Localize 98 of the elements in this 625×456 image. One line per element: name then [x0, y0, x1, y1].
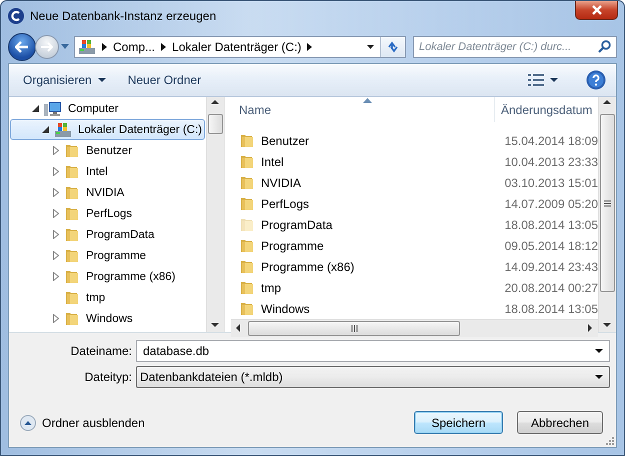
- file-name[interactable]: Windows: [261, 302, 310, 316]
- tree-item[interactable]: tmp: [10, 287, 205, 308]
- scrollbar[interactable]: [598, 97, 616, 332]
- back-button[interactable]: [8, 32, 36, 60]
- expand-arrow-icon: [52, 230, 58, 239]
- expand-arrow-icon: [52, 272, 58, 281]
- search-icon: [598, 40, 611, 53]
- folder-icon: [64, 310, 80, 326]
- file-date: 10.04.2013 23:33: [504, 154, 598, 168]
- file-date: 14.07.2009 05:20: [504, 196, 598, 210]
- collapse-circle-icon: [20, 414, 36, 430]
- folder-icon: [64, 164, 80, 180]
- dialog-button[interactable]: Abbrechen: [517, 411, 603, 434]
- file-name[interactable]: NVIDIA: [261, 176, 302, 190]
- scroll-thumb[interactable]: [248, 321, 460, 336]
- grip-icon: [350, 325, 358, 332]
- file-date: 03.10.2013 15:01: [504, 176, 598, 190]
- collapse-arrow-icon: [42, 126, 49, 133]
- file-name-field[interactable]: database.db: [136, 340, 610, 362]
- close-button[interactable]: [575, 1, 618, 20]
- file-name[interactable]: Programme (x86): [261, 260, 354, 274]
- scroll-thumb[interactable]: [600, 114, 615, 292]
- computer-icon: [44, 100, 62, 116]
- folder-icon: [64, 206, 80, 222]
- organize-menu[interactable]: Organisieren: [19, 70, 110, 90]
- folder-icon: [64, 248, 80, 264]
- file-date: 20.08.2014 00:27: [504, 280, 598, 294]
- tree-item[interactable]: Programme: [10, 245, 205, 266]
- column-header[interactable]: Name: [231, 97, 494, 122]
- window-title: Neue Datenbank-Instanz erzeugen: [30, 8, 216, 22]
- search-field[interactable]: Lokaler Datenträger (C:) durc...: [413, 36, 617, 58]
- left-arrow-icon: [15, 40, 29, 52]
- list-view-icon: [528, 74, 544, 86]
- expand-arrow-icon: [52, 209, 58, 218]
- chevron-icon: [161, 42, 166, 50]
- file-type-dropdown[interactable]: Datenbankdateien (*.mldb): [136, 366, 610, 388]
- new-folder-button[interactable]: Neuer Ordner: [124, 70, 206, 90]
- scroll-thumb[interactable]: [208, 114, 223, 134]
- tree-item[interactable]: Windows: [10, 308, 205, 329]
- field-label: Dateityp:: [84, 370, 133, 384]
- file-name[interactable]: tmp: [261, 280, 282, 294]
- tree-item[interactable]: Programme (x86): [10, 266, 205, 287]
- caret-icon: [61, 44, 69, 49]
- tree-item[interactable]: ProgramData: [10, 224, 205, 245]
- right-arrow-icon: [41, 42, 53, 52]
- dialog-button[interactable]: Speichern: [414, 411, 503, 434]
- file-name[interactable]: Benutzer: [261, 134, 310, 148]
- drive-icon: [54, 122, 72, 138]
- resize-grip-icon: [605, 436, 614, 445]
- field-label: Dateiname:: [70, 344, 133, 358]
- scrollbar[interactable]: [231, 319, 598, 337]
- close-icon: [592, 5, 602, 15]
- file-date: 09.05.2014 18:12: [504, 238, 598, 252]
- grip-icon: [604, 200, 611, 206]
- chevron-icon: [307, 42, 312, 50]
- expand-arrow-icon: [52, 167, 58, 176]
- tree-item[interactable]: Benutzer: [10, 140, 205, 161]
- hide-folders-button[interactable]: Ordner ausblenden: [20, 414, 145, 430]
- file-name[interactable]: ProgramData: [261, 218, 332, 232]
- caret-icon: [98, 78, 106, 82]
- scrollbar[interactable]: [206, 97, 224, 332]
- chevron-icon: [102, 42, 107, 50]
- address-bar[interactable]: Comp... Lokaler Datenträger (C:): [74, 36, 406, 58]
- folder-icon: [64, 184, 80, 200]
- expand-arrow-icon: [52, 188, 58, 197]
- app-icon: [8, 8, 24, 24]
- tree-item[interactable]: Lokaler Datenträger (C:): [10, 119, 205, 140]
- folder-icon: [64, 226, 80, 242]
- tree-item[interactable]: Intel: [10, 161, 205, 182]
- tree-item[interactable]: NVIDIA: [10, 182, 205, 203]
- expand-arrow-icon: [52, 251, 58, 260]
- file-date: 15.04.2014 18:09: [504, 134, 598, 148]
- dropdown-caret-icon: [367, 44, 374, 48]
- help-button[interactable]: [586, 70, 606, 90]
- expand-arrow-icon: [52, 146, 58, 155]
- collapse-arrow-icon: [32, 105, 39, 112]
- dropdown-caret-icon: [595, 349, 603, 353]
- refresh-icon: [386, 40, 400, 54]
- caret-icon: [550, 78, 558, 82]
- file-date: 18.08.2014 13:05: [504, 218, 598, 232]
- tree-item[interactable]: Computer: [10, 98, 205, 119]
- sort-arrow-icon: [362, 98, 372, 103]
- folder-icon: [64, 268, 80, 284]
- file-date: 14.09.2014 23:43: [504, 260, 598, 274]
- breadcrumb-item[interactable]: Lokaler Datenträger (C:): [172, 40, 302, 54]
- file-name[interactable]: PerfLogs: [261, 196, 310, 210]
- folder-icon: [64, 290, 80, 306]
- file-date: 18.08.2014 13:05: [504, 302, 598, 316]
- breadcrumb-item[interactable]: Comp...: [113, 40, 156, 54]
- help-icon: [586, 70, 606, 90]
- expand-arrow-icon: [52, 314, 58, 323]
- file-name[interactable]: Programme: [261, 238, 324, 252]
- dropdown-caret-icon: [595, 375, 603, 379]
- tree-item[interactable]: PerfLogs: [10, 203, 205, 224]
- file-name[interactable]: Intel: [261, 154, 284, 168]
- drive-icon: [78, 38, 96, 54]
- folder-icon: [64, 142, 80, 158]
- refresh-button[interactable]: [380, 36, 405, 56]
